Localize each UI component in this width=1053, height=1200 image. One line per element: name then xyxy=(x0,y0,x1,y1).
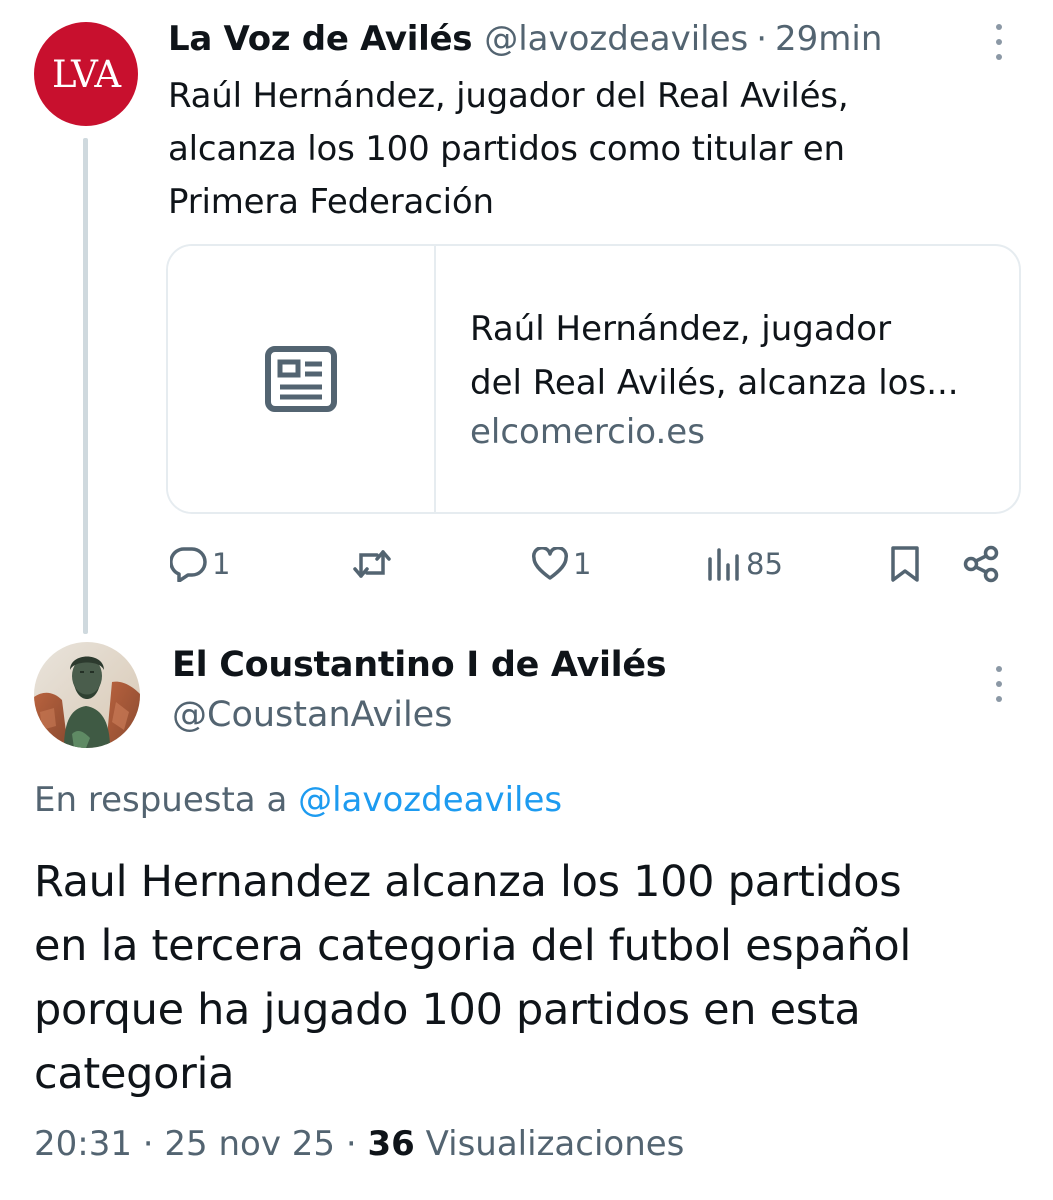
tweet-header: La Voz de Avilés @lavozdeaviles · 29min xyxy=(168,14,882,64)
author-handle[interactable]: @lavozdeaviles xyxy=(484,19,748,59)
meta-separator: · xyxy=(345,1124,357,1164)
more-options-icon[interactable] xyxy=(994,666,1004,702)
like-button[interactable]: 1 xyxy=(531,540,591,588)
link-preview-card[interactable]: Raúl Hernández, jugador del Real Avilés,… xyxy=(166,244,1021,514)
share-icon xyxy=(963,545,999,583)
tweet-text-line: Primera Federación xyxy=(168,182,494,222)
like-count: 1 xyxy=(573,547,592,581)
tweet-text-line: categoria xyxy=(34,1049,235,1099)
avatar-logo-text: LVA xyxy=(51,52,121,96)
tweet-text: Raúl Hernández, jugador del Real Avilés,… xyxy=(168,70,968,229)
bookmark-icon xyxy=(891,546,919,582)
reply-context: En respuesta a @lavozdeaviles xyxy=(34,780,562,820)
link-card-title: Raúl Hernández, jugador del Real Avilés,… xyxy=(470,302,1000,410)
retweet-button[interactable] xyxy=(352,540,396,588)
link-card-title-line: Raúl Hernández, jugador xyxy=(470,309,892,349)
more-options-icon[interactable] xyxy=(994,24,1004,60)
link-card-title-line: del Real Avilés, alcanza los... xyxy=(470,363,959,403)
author-handle[interactable]: @CoustanAviles xyxy=(172,695,452,735)
avatar-coustanaviles[interactable] xyxy=(34,642,140,748)
statue-avatar-image xyxy=(34,642,140,748)
meta-separator: · xyxy=(142,1124,154,1164)
link-card-domain: elcomercio.es xyxy=(470,412,705,452)
reply-icon xyxy=(170,547,207,582)
avatar-lavozdeaviles[interactable]: LVA xyxy=(34,22,138,126)
link-card-thumbnail xyxy=(168,246,436,512)
thread-connector-line xyxy=(83,138,88,634)
tweet-timestamp[interactable]: 29min xyxy=(775,19,882,59)
reply-mention-link[interactable]: @lavozdeaviles xyxy=(298,780,562,820)
tweet-text-line: Raul Hernandez alcanza los 100 partidos xyxy=(34,857,902,907)
analytics-icon xyxy=(708,548,739,581)
view-count: 85 xyxy=(746,547,783,581)
tweet-text-line: alcanza los 100 partidos como titular en xyxy=(168,129,845,169)
header-separator: · xyxy=(756,19,768,59)
reply-prefix: En respuesta a xyxy=(34,780,288,820)
tweet-time[interactable]: 20:31 xyxy=(34,1124,132,1164)
retweet-icon xyxy=(353,550,391,578)
author-name[interactable]: El Coustantino I de Avilés xyxy=(172,645,667,685)
views-button[interactable]: 85 xyxy=(706,540,783,588)
tweet-text-line: Raúl Hernández, jugador del Real Avilés, xyxy=(168,76,849,116)
bookmark-button[interactable] xyxy=(888,540,922,588)
tweet-text-line: en la tercera categoria del futbol españ… xyxy=(34,921,911,971)
share-button[interactable] xyxy=(962,540,1000,588)
tweet-text-line: porque ha jugado 100 partidos en esta xyxy=(34,985,861,1035)
news-article-icon xyxy=(265,346,337,412)
tweet-date[interactable]: 25 nov 25 xyxy=(164,1124,335,1164)
author-name[interactable]: La Voz de Avilés xyxy=(168,19,473,59)
tweet-meta: 20:31 · 25 nov 25 · 36 Visualizaciones xyxy=(34,1124,684,1164)
views-count[interactable]: 36 xyxy=(367,1124,414,1164)
views-label: Visualizaciones xyxy=(425,1124,685,1164)
tweet-text: Raul Hernandez alcanza los 100 partidos … xyxy=(34,850,1024,1106)
heart-icon xyxy=(532,547,568,580)
reply-button[interactable]: 1 xyxy=(170,540,230,588)
reply-count: 1 xyxy=(212,547,231,581)
